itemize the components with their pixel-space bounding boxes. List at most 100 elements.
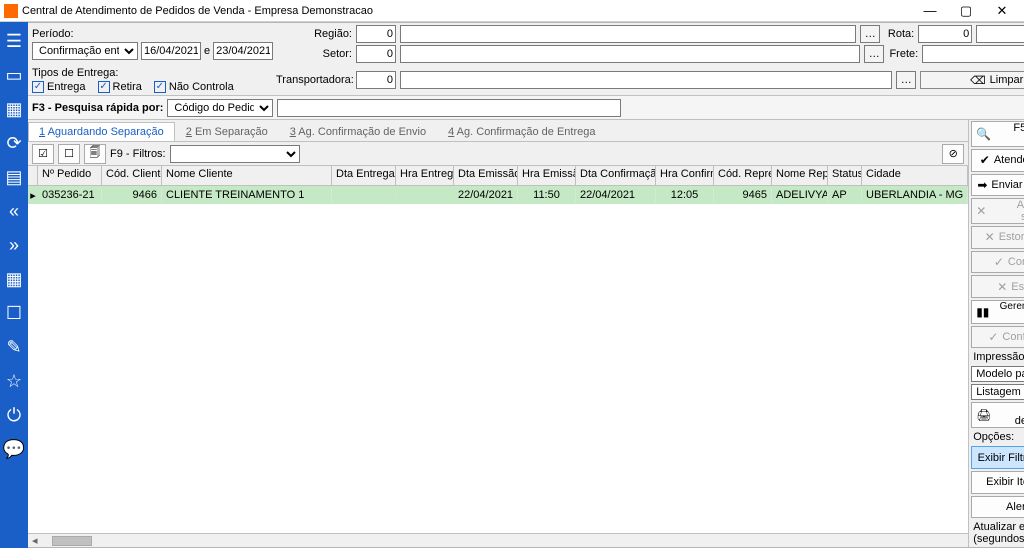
regiao-code-input[interactable] — [356, 25, 396, 43]
tab-aguardando[interactable]: 1 Aguardando Separação — [28, 122, 175, 141]
chat-icon[interactable]: 💬 — [0, 435, 28, 463]
setor-code-input[interactable] — [356, 45, 396, 63]
exibir-itens-button[interactable]: Exibir Itens do Pedido — [971, 471, 1024, 494]
erase-icon: ⌫ — [970, 74, 986, 87]
gerenciar-rastreio-button[interactable]: ▮▮Gerenciar Códigos de Rastreio — [971, 300, 1024, 324]
scrollbar-thumb[interactable] — [52, 536, 92, 546]
setor-name-input[interactable] — [400, 45, 860, 63]
setor-lookup-button[interactable]: … — [864, 45, 884, 63]
col-codrepres[interactable]: Cód. Repres — [714, 166, 772, 185]
col-status[interactable]: Status — [828, 166, 862, 185]
f5-search-button[interactable]: 🔍F5 - Pesquisar pedidos — [971, 121, 1024, 147]
maximize-button[interactable]: ▢ — [948, 0, 984, 22]
retira-checkbox[interactable]: ✓Retira — [98, 81, 142, 93]
listagem-select[interactable]: Listagem dos pedidos selecionado — [971, 384, 1024, 400]
power-icon[interactable]: ⏻ — [0, 401, 28, 429]
forward-icon[interactable]: » — [0, 231, 28, 259]
tab-ag-envio[interactable]: 3 Ag. Confirmação de Envio — [279, 122, 437, 141]
status-tabs: 1 Aguardando Separação 2 Em Separação 3 … — [28, 120, 968, 142]
col-dtaemissao[interactable]: Dta Emissão — [454, 166, 518, 185]
grid-toolbar: ☑ ☐ 🗐 F9 - Filtros: ⊘ — [28, 142, 968, 166]
imprimir-button[interactable]: 🖨Imprimir demonstrativo — [971, 402, 1024, 428]
periodo-label: Período: — [32, 28, 272, 40]
nao-controla-checkbox[interactable]: ✓Não Controla — [154, 81, 234, 93]
aguardando-button: ✕Aguardando separação — [971, 198, 1024, 224]
f9-filter-select[interactable] — [170, 145, 300, 163]
col-nomerepres[interactable]: Nome Repre — [772, 166, 828, 185]
col-dtaentrega[interactable]: Dta Entrega — [332, 166, 396, 185]
date-between-label: e — [204, 45, 210, 57]
col-dtaconf[interactable]: Dta Confirmação — [576, 166, 656, 185]
close-button[interactable]: ✕ — [984, 0, 1020, 22]
col-codcliente[interactable]: Cód. Cliente — [102, 166, 162, 185]
sidebar: ☰ ▭ ▦ ⟳ ▤ « » ▦ ☐ ✎ ☆ ⏻ 💬 — [0, 22, 28, 548]
periodo-mode-select[interactable]: Confirmação entre — [32, 42, 138, 60]
regiao-name-input[interactable] — [400, 25, 856, 43]
col-hraemissao[interactable]: Hra Emissão — [518, 166, 576, 185]
menu-icon[interactable]: ☰ — [0, 27, 28, 55]
f3-search-input[interactable] — [277, 99, 621, 117]
table-row[interactable]: ▸ 035236-21 9466 CLIENTE TREINAMENTO 1 2… — [28, 186, 968, 204]
orders-grid[interactable]: Nº Pedido Cód. Cliente Nome Cliente Dta … — [28, 166, 968, 533]
regiao-lookup-button[interactable]: … — [860, 25, 880, 43]
clear-filter-button[interactable]: ⊘ — [942, 144, 964, 164]
transp-name-input[interactable] — [400, 71, 892, 89]
calendar-icon[interactable]: ▤ — [0, 163, 28, 191]
col-pedido[interactable]: Nº Pedido — [38, 166, 102, 185]
exibir-filtros-button[interactable]: Exibir Filtros de Pesquisa — [971, 446, 1024, 469]
opcoes-label: Opções: — [969, 429, 1024, 445]
col-cidade[interactable]: Cidade — [862, 166, 968, 185]
enviar-separacao-button[interactable]: ➡Enviar para separação — [971, 174, 1024, 197]
tipos-label: Tipos de Entrega: — [32, 67, 272, 79]
transp-lookup-button[interactable]: … — [896, 71, 916, 89]
atender-button[interactable]: ✔Atender selecionados — [971, 149, 1024, 172]
calculator-icon[interactable]: ▦ — [0, 265, 28, 293]
copy-button[interactable]: 🗐 — [84, 144, 106, 164]
tab-ag-entrega[interactable]: 4 Ag. Confirmação de Entrega — [437, 122, 606, 141]
modelo-select[interactable]: Modelo padrão do sistema — [971, 366, 1024, 382]
transp-code-input[interactable] — [356, 71, 396, 89]
rota-name-input[interactable] — [976, 25, 1024, 43]
rota-label: Rota: — [884, 28, 914, 40]
frete-select[interactable] — [922, 45, 1024, 63]
x-icon: ✕ — [997, 280, 1007, 294]
estornar-sep-button: ✕Estornar separação — [971, 226, 1024, 249]
star-icon[interactable]: ☆ — [0, 367, 28, 395]
back-icon[interactable]: « — [0, 197, 28, 225]
confirmar-entrega-button: ✓Confirmar entrega — [971, 326, 1024, 349]
setor-label: Setor: — [276, 48, 352, 60]
window-icon[interactable]: ▭ — [0, 61, 28, 89]
x-icon: ✕ — [985, 230, 995, 244]
uncheck-all-button[interactable]: ☐ — [58, 144, 80, 164]
horizontal-scrollbar[interactable]: ◂ — [28, 533, 968, 547]
f3-mode-select[interactable]: Código do Pedido — [167, 99, 273, 117]
tab-em-separacao[interactable]: 2 Em Separação — [175, 122, 279, 141]
minimize-button[interactable]: — — [912, 0, 948, 22]
arrow-right-icon: ➡ — [977, 178, 987, 192]
briefcase-icon[interactable]: ☐ — [0, 299, 28, 327]
refresh-icon[interactable]: ⟳ — [0, 129, 28, 157]
col-hraentrega[interactable]: Hra Entrega — [396, 166, 454, 185]
window-title: Central de Atendimento de Pedidos de Ven… — [22, 5, 912, 17]
frete-label: Frete: — [888, 48, 918, 60]
confirmar-envio-button: ✓Confirmar envio — [971, 251, 1024, 274]
barcode-icon: ▮▮ — [976, 305, 989, 319]
actions-panel: 🔍F5 - Pesquisar pedidos ✔Atender selecio… — [968, 120, 1024, 547]
check-all-button[interactable]: ☑ — [32, 144, 54, 164]
date-to-input[interactable] — [213, 42, 273, 60]
grid-icon[interactable]: ▦ — [0, 95, 28, 123]
entrega-checkbox[interactable]: ✓Entrega — [32, 81, 86, 93]
limpar-filtros-button[interactable]: ⌫Limpar Filtros — [920, 71, 1024, 89]
f3-label: F3 - Pesquisa rápida por: — [32, 102, 163, 114]
col-nomecliente[interactable]: Nome Cliente — [162, 166, 332, 185]
x-icon: ✕ — [976, 204, 986, 218]
row-indicator-icon: ▸ — [28, 189, 38, 202]
check-icon: ✓ — [988, 330, 998, 344]
date-from-input[interactable] — [141, 42, 201, 60]
scroll-left-icon[interactable]: ◂ — [28, 534, 42, 547]
app-icon — [4, 4, 18, 18]
tags-icon[interactable]: ✎ — [0, 333, 28, 361]
col-hraconf[interactable]: Hra Confirma — [656, 166, 714, 185]
rota-code-input[interactable] — [918, 25, 972, 43]
alerta-sonoro-button[interactable]: Alerta Sonoro — [971, 496, 1024, 519]
